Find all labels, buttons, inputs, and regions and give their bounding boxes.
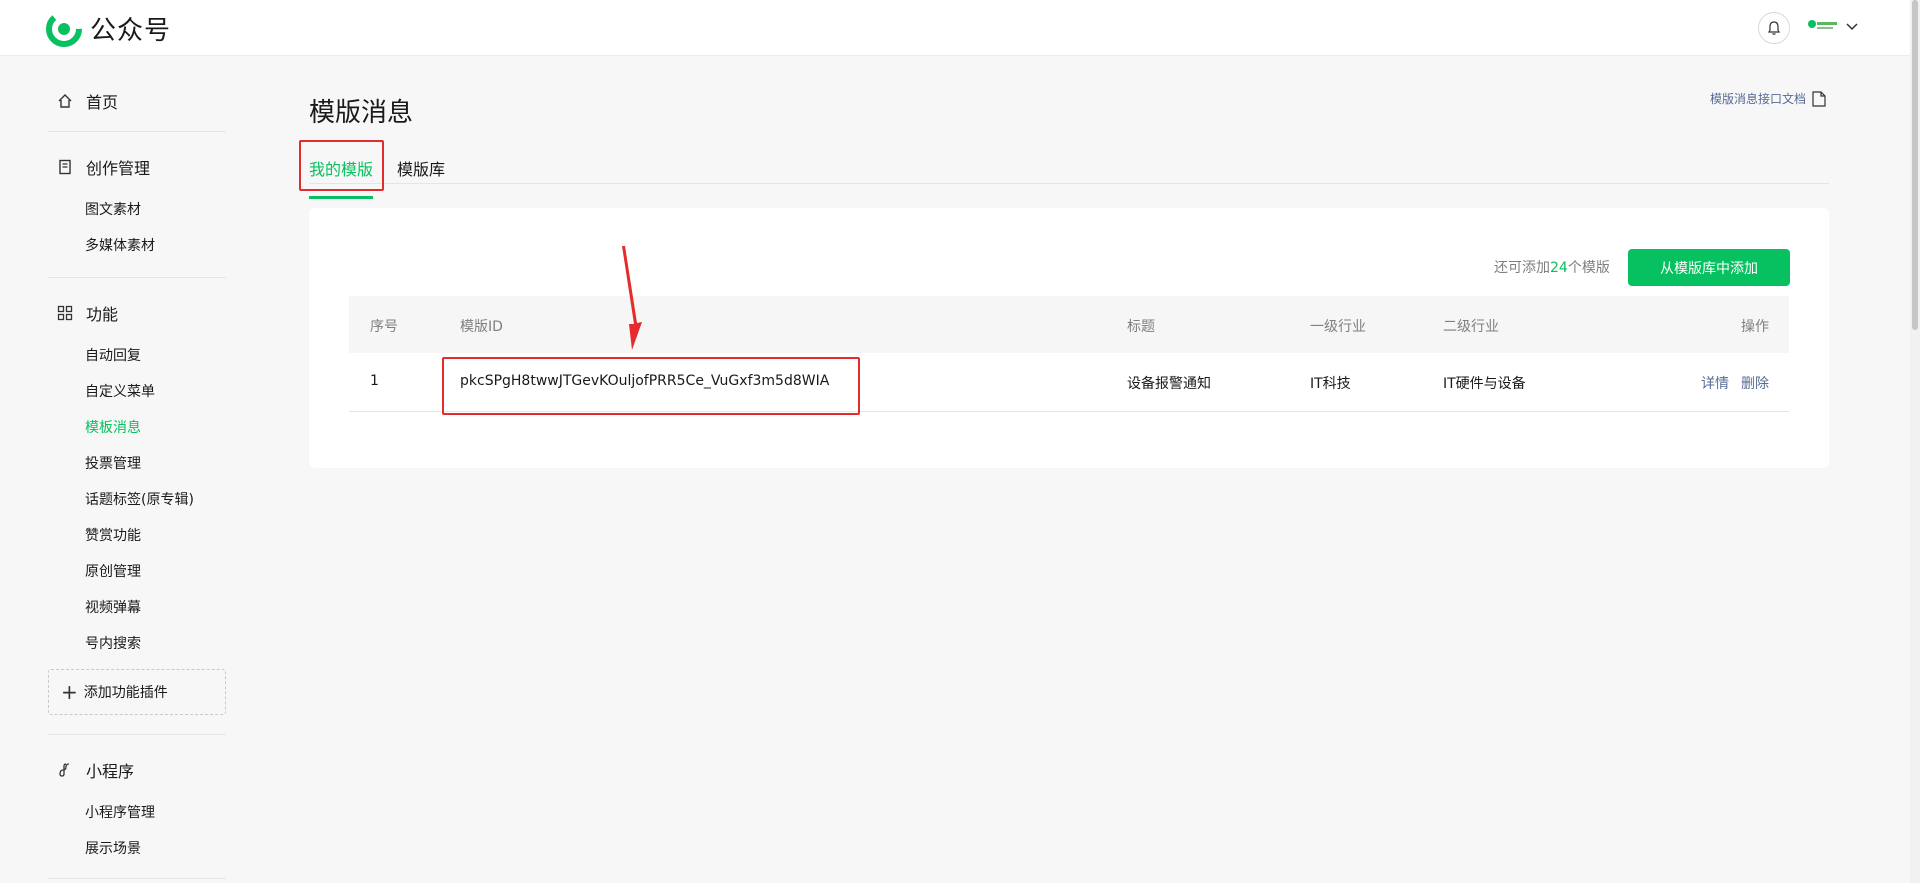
sidebar-item-media[interactable]: 多媒体素材 xyxy=(85,235,155,255)
page-title: 模版消息 xyxy=(309,98,414,128)
column-header-index: 序号 xyxy=(370,319,398,335)
cell-industry2: IT硬件与设备 xyxy=(1443,376,1526,392)
sidebar-group-create-label: 创作管理 xyxy=(86,159,151,178)
cell-title: 设备报警通知 xyxy=(1127,376,1211,392)
remaining-prefix: 还可添加 xyxy=(1494,260,1550,276)
add-from-library-button[interactable]: 从模版库中添加 xyxy=(1628,249,1790,286)
sidebar-item-display-scene[interactable]: 展示场景 xyxy=(85,838,141,858)
sidebar-item-custom-menu[interactable]: 自定义菜单 xyxy=(85,381,155,401)
column-header-actions: 操作 xyxy=(1741,319,1769,335)
sidebar-label-home: 首页 xyxy=(86,93,119,112)
sidebar-divider xyxy=(48,878,226,879)
doc-link[interactable]: 模版消息接口文档 xyxy=(1710,90,1826,107)
chevron-down-icon xyxy=(1846,23,1858,31)
miniprogram-icon xyxy=(56,761,74,779)
sidebar-item-in-account-search[interactable]: 号内搜索 xyxy=(85,633,141,653)
home-icon xyxy=(56,92,74,110)
sidebar-group-miniprogram: 小程序 xyxy=(56,758,134,782)
remaining-suffix: 个模版 xyxy=(1567,260,1610,276)
document-icon xyxy=(56,158,74,176)
brand-name: 公众号 xyxy=(90,16,172,46)
sidebar-item-reward[interactable]: 赞赏功能 xyxy=(85,525,141,545)
sidebar-item-image-text[interactable]: 图文素材 xyxy=(85,199,141,219)
remaining-count: 24 xyxy=(1550,260,1568,276)
sidebar-divider xyxy=(48,277,226,278)
column-header-template-id: 模版ID xyxy=(460,319,503,335)
top-bar: 公众号 xyxy=(0,0,1920,56)
sidebar-item-miniprogram-manage[interactable]: 小程序管理 xyxy=(85,802,155,822)
sidebar-group-create: 创作管理 xyxy=(56,155,150,179)
add-plugin-button[interactable]: + 添加功能插件 xyxy=(48,669,226,715)
sidebar-item-original[interactable]: 原创管理 xyxy=(85,561,141,581)
annotation-highlight-template-id xyxy=(442,357,860,415)
sidebar-group-miniprogram-label: 小程序 xyxy=(86,762,135,781)
file-icon xyxy=(1812,90,1826,107)
sidebar-item-auto-reply[interactable]: 自动回复 xyxy=(85,345,141,365)
tab-bar: 我的模版 模版库 xyxy=(309,140,1829,199)
brand-logo[interactable]: 公众号 xyxy=(46,10,171,47)
account-avatar[interactable] xyxy=(1806,16,1858,38)
sidebar: 首页 创作管理 图文素材 多媒体素材 功能 自动回复 自定义菜单 模板消息 投票… xyxy=(48,56,226,883)
sidebar-item-topic-tags[interactable]: 话题标签(原专辑) xyxy=(85,489,194,509)
tab-active-indicator xyxy=(309,196,373,199)
plus-icon: + xyxy=(61,680,78,704)
sidebar-group-functions-label: 功能 xyxy=(86,305,119,324)
details-link[interactable]: 详情 xyxy=(1701,373,1729,393)
delete-link[interactable]: 删除 xyxy=(1741,373,1769,393)
account-logo-icon xyxy=(1806,16,1840,38)
notification-bell-icon[interactable] xyxy=(1758,12,1790,44)
cell-industry1: IT科技 xyxy=(1310,376,1351,392)
wechat-mp-logo-icon xyxy=(46,10,82,47)
sidebar-item-template-message[interactable]: 模板消息 xyxy=(85,417,141,437)
sidebar-item-home[interactable]: 首页 xyxy=(56,89,118,113)
cell-index: 1 xyxy=(370,373,379,389)
sidebar-divider xyxy=(48,131,226,132)
doc-link-label: 模版消息接口文档 xyxy=(1710,92,1807,106)
column-header-title: 标题 xyxy=(1127,319,1155,335)
scrollbar-thumb[interactable] xyxy=(1912,0,1918,330)
annotation-arrow-icon xyxy=(622,246,642,350)
sidebar-item-video-danmaku[interactable]: 视频弹幕 xyxy=(85,597,141,617)
sidebar-divider xyxy=(48,734,226,735)
remaining-quota: 还可添加24个模版 xyxy=(1494,257,1610,277)
column-header-industry1: 一级行业 xyxy=(1310,319,1366,335)
sidebar-group-functions: 功能 xyxy=(56,301,118,325)
annotation-highlight-tab xyxy=(299,140,384,191)
tab-template-library[interactable]: 模版库 xyxy=(397,156,445,180)
table-header: 序号 模版ID 标题 一级行业 二级行业 操作 xyxy=(349,296,1789,353)
add-plugin-label: 添加功能插件 xyxy=(83,685,168,701)
sidebar-item-vote[interactable]: 投票管理 xyxy=(85,453,141,473)
column-header-industry2: 二级行业 xyxy=(1443,319,1499,335)
grid-icon xyxy=(56,304,74,322)
